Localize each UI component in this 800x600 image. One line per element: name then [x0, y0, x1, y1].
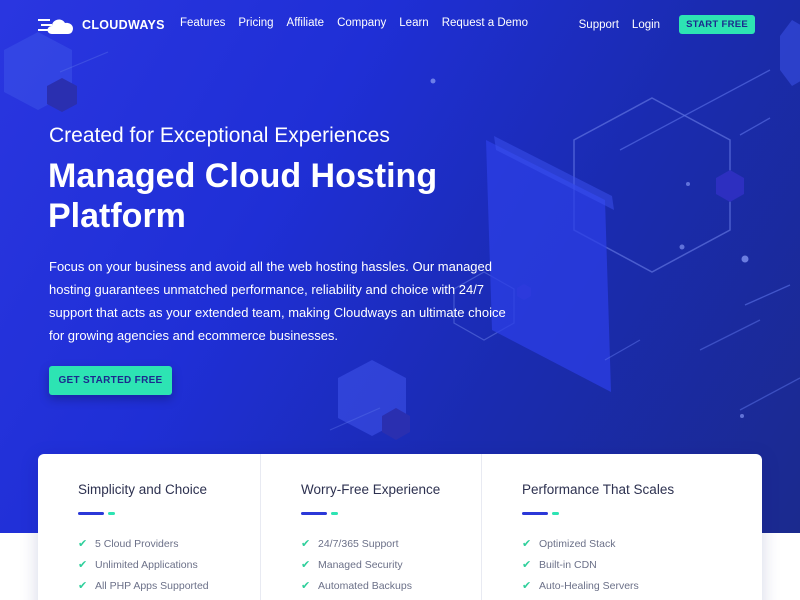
title-underline	[78, 512, 260, 515]
nav-link-pricing[interactable]: Pricing	[238, 17, 273, 29]
feature-column: Simplicity and Choice ✔ 5 Cloud Providers…	[38, 454, 260, 600]
feature-column: Worry-Free Experience ✔ 24/7/365 Support …	[260, 454, 481, 600]
check-icon: ✔	[301, 559, 311, 571]
check-icon: ✔	[301, 580, 311, 592]
nav-link-affiliate[interactable]: Affiliate	[287, 17, 325, 29]
top-nav: CLOUDWAYS Features Pricing Affiliate Com…	[0, 0, 800, 50]
check-icon: ✔	[78, 580, 88, 592]
feature-item: ✔ Automated Backups	[301, 579, 412, 593]
check-icon: ✔	[522, 580, 532, 592]
feature-item: ✔ All PHP Apps Supported	[78, 579, 209, 593]
check-icon: ✔	[522, 559, 532, 571]
feature-item: ✔ Unlimited Applications	[78, 558, 198, 572]
check-icon: ✔	[78, 559, 88, 571]
title-underline	[301, 512, 481, 515]
cloud-logo-icon	[38, 19, 74, 34]
nav-link-company[interactable]: Company	[337, 17, 386, 29]
nav-link-request-demo[interactable]: Request a Demo	[442, 17, 528, 29]
feature-item: ✔ Built-in CDN	[522, 558, 597, 572]
brand-name: CLOUDWAYS	[82, 18, 165, 32]
feature-title: Performance That Scales	[522, 482, 675, 497]
feature-item: ✔ Optimized Stack	[522, 537, 616, 551]
feature-column: Performance That Scales ✔ Optimized Stack…	[481, 454, 702, 600]
nav-link-login[interactable]: Login	[632, 19, 660, 31]
check-icon: ✔	[78, 538, 88, 550]
nav-link-features[interactable]: Features	[180, 17, 225, 29]
hero-description: Focus on your business and avoid all the…	[49, 259, 506, 343]
get-started-free-button[interactable]: GET STARTED FREE	[49, 366, 172, 395]
check-icon: ✔	[522, 538, 532, 550]
feature-title: Simplicity and Choice	[78, 482, 208, 497]
title-underline	[522, 512, 702, 515]
feature-item: ✔ 5 Cloud Providers	[78, 537, 179, 551]
feature-title: Worry-Free Experience	[301, 482, 441, 497]
feature-item: ✔ Auto-Healing Servers	[522, 579, 639, 593]
feature-item: ✔ Managed Security	[301, 558, 403, 572]
hero-headline: Managed Cloud Hosting Platform	[48, 157, 438, 235]
primary-nav: Features Pricing Affiliate Company Learn…	[180, 17, 541, 29]
nav-actions: Support Login START FREE	[579, 15, 755, 34]
features-card: Simplicity and Choice ✔ 5 Cloud Providers…	[38, 454, 762, 600]
start-free-button[interactable]: START FREE	[679, 15, 755, 34]
deco-hexagon	[716, 170, 744, 202]
hero-kicker: Created for Exceptional Experiences	[49, 124, 390, 147]
brand-logo[interactable]: CLOUDWAYS	[38, 14, 165, 36]
nav-link-learn[interactable]: Learn	[399, 17, 428, 29]
check-icon: ✔	[301, 538, 311, 550]
nav-link-support[interactable]: Support	[579, 19, 619, 31]
feature-item: ✔ 24/7/365 Support	[301, 537, 399, 551]
